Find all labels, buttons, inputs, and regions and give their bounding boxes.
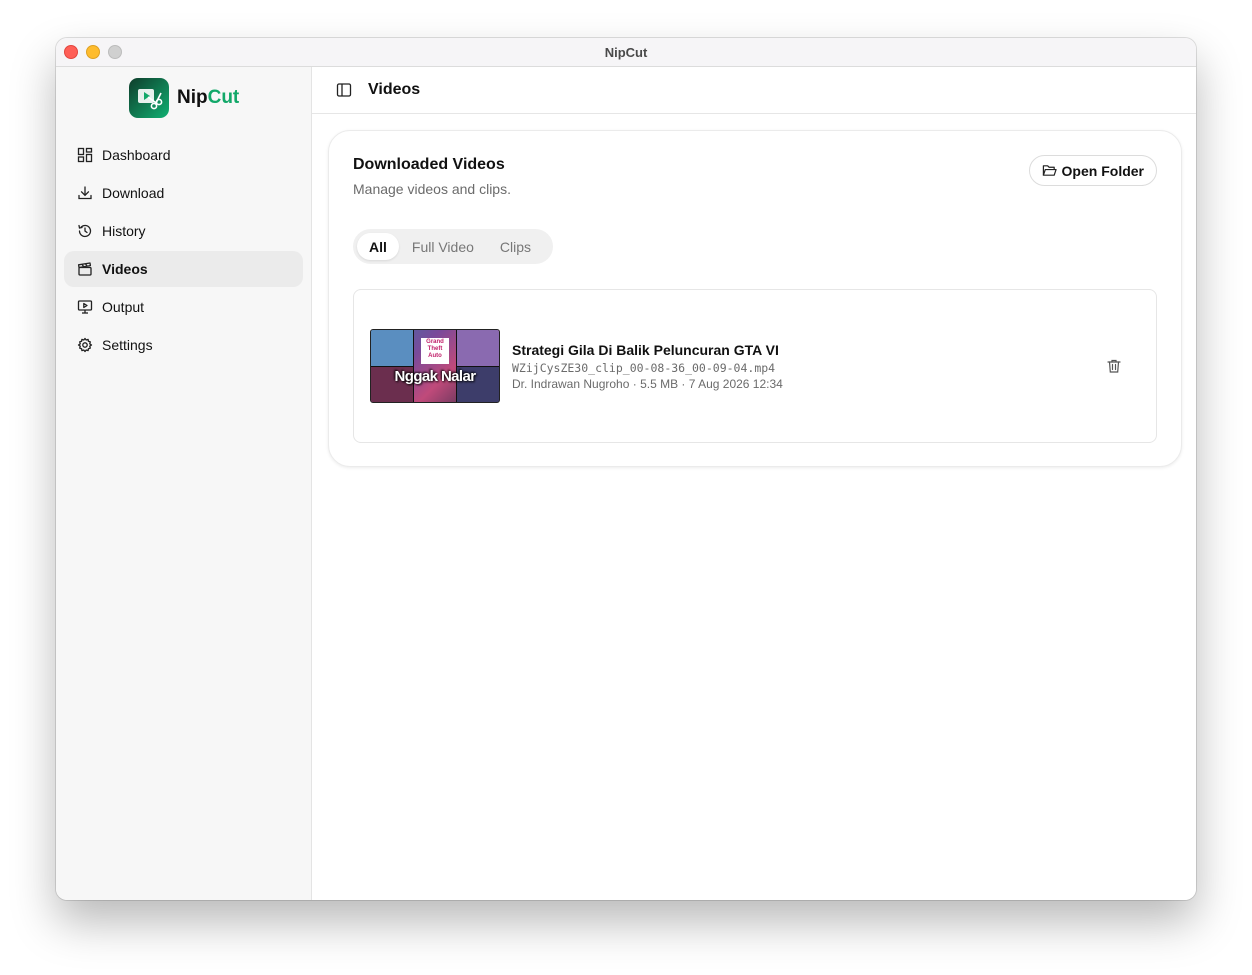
sidebar-item-videos[interactable]: Videos — [64, 251, 303, 287]
sidebar-item-label: Download — [102, 185, 165, 201]
open-folder-label: Open Folder — [1061, 162, 1144, 179]
page-title: Videos — [368, 81, 421, 98]
window-title: NipCut — [604, 44, 648, 60]
sidebar-item-label: Settings — [102, 337, 153, 353]
tab-all[interactable]: All — [357, 233, 399, 260]
monitor-icon — [77, 299, 93, 315]
sidebar-item-label: Videos — [102, 261, 148, 277]
video-meta: Strategi Gila Di Balik Peluncuran GTA VI… — [512, 342, 1106, 391]
tab-label: Full Video — [411, 238, 474, 255]
downloaded-videos-card: Downloaded Videos Manage videos and clip… — [328, 130, 1182, 467]
app-window: NipCut NipCut Dashboard Download History… — [56, 38, 1196, 900]
close-window-button[interactable] — [64, 45, 78, 59]
brand-name: NipCut — [177, 87, 239, 109]
video-title: Strategi Gila Di Balik Peluncuran GTA VI — [512, 341, 779, 358]
open-folder-button[interactable]: Open Folder — [1028, 155, 1157, 186]
dashboard-icon — [77, 147, 93, 163]
brand-name-part1: Nip — [177, 87, 208, 108]
sidebar-item-output[interactable]: Output — [64, 289, 303, 325]
sidebar-item-label: Output — [102, 299, 145, 315]
tab-clips[interactable]: Clips — [487, 233, 544, 260]
brand-name-part2: Cut — [207, 87, 240, 108]
sidebar-item-history[interactable]: History — [64, 213, 303, 249]
folder-open-icon — [1042, 163, 1057, 178]
clapperboard-icon — [77, 261, 93, 277]
sidebar-item-download[interactable]: Download — [64, 175, 303, 211]
minimize-window-button[interactable] — [86, 45, 100, 59]
sidebar-item-label: Dashboard — [102, 147, 171, 163]
video-list-item[interactable]: Grand Theft Auto Nggak Nalar Strategi Gi… — [370, 329, 1140, 403]
video-info: Dr. Indrawan Nugroho · 5.5 MB · 7 Aug 20… — [512, 376, 783, 391]
thumbnail-logo: Grand Theft Auto — [421, 338, 449, 364]
main-content: Videos Downloaded Videos Manage videos a… — [312, 67, 1196, 900]
sidebar-nav: Dashboard Download History Videos Output… — [64, 137, 303, 365]
trash-icon[interactable] — [1106, 358, 1122, 374]
tab-full-video[interactable]: Full Video — [399, 233, 487, 260]
thumbnail-caption: Nggak Nalar — [394, 368, 477, 385]
sidebar-item-dashboard[interactable]: Dashboard — [64, 137, 303, 173]
sidebar-item-settings[interactable]: Settings — [64, 327, 303, 363]
filter-tabs: All Full Video Clips — [353, 229, 553, 264]
video-list: Grand Theft Auto Nggak Nalar Strategi Gi… — [353, 289, 1157, 443]
title-bar: NipCut — [56, 38, 1196, 67]
brand: NipCut — [129, 78, 239, 118]
card-subtitle: Manage videos and clips. — [353, 181, 511, 197]
window-controls — [64, 45, 122, 59]
download-icon — [77, 185, 93, 201]
sidebar-toggle-icon[interactable] — [336, 82, 352, 98]
video-thumbnail: Grand Theft Auto Nggak Nalar — [370, 329, 500, 403]
sidebar: NipCut Dashboard Download History Videos… — [56, 67, 312, 900]
sidebar-item-label: History — [102, 223, 146, 239]
tab-label: Clips — [499, 238, 532, 255]
app-logo-icon — [129, 78, 169, 118]
video-filename: WZijCysZE30_clip_00-08-36_00-09-04.mp4 — [512, 360, 776, 375]
history-icon — [77, 223, 93, 239]
zoom-window-button[interactable] — [108, 45, 122, 59]
top-bar: Videos — [312, 67, 1196, 114]
tab-label: All — [369, 238, 387, 255]
gear-icon — [77, 337, 93, 353]
card-title: Downloaded Videos — [353, 156, 505, 173]
